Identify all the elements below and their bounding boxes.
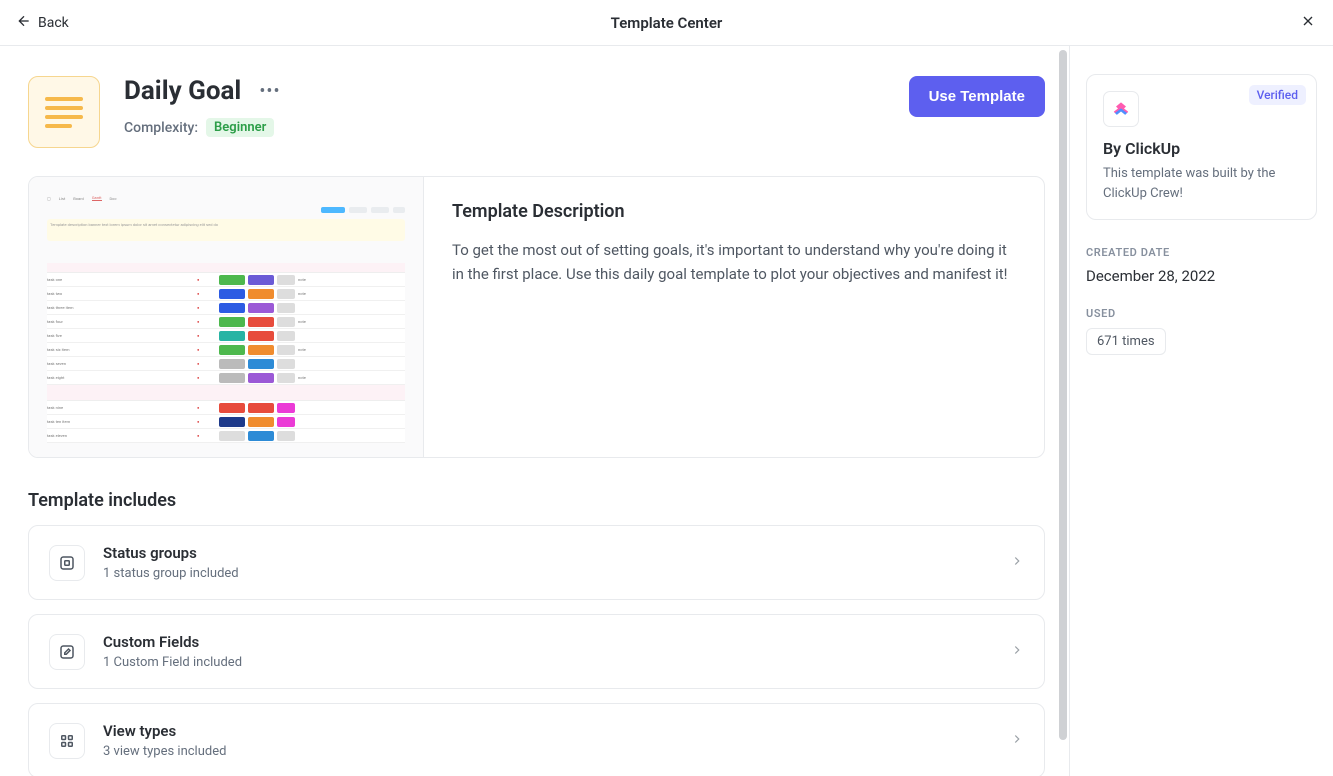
scrollbar-thumb[interactable] — [1059, 50, 1067, 740]
template-icon — [28, 76, 100, 148]
main-panel: Daily Goal ••• Complexity: Beginner Use … — [0, 46, 1069, 776]
created-date-value: December 28, 2022 — [1086, 267, 1317, 285]
decorative-line — [45, 97, 83, 101]
description-body: Template Description To get the most out… — [424, 177, 1044, 457]
include-sub: 1 Custom Field included — [103, 655, 992, 670]
clickup-logo-icon — [1103, 91, 1139, 127]
use-template-button[interactable]: Use Template — [909, 76, 1045, 117]
author-desc: This template was built by the ClickUp C… — [1103, 164, 1300, 203]
content: Daily Goal ••• Complexity: Beginner Use … — [0, 46, 1333, 776]
topbar: Back Template Center — [0, 0, 1333, 46]
grid-icon — [49, 723, 85, 759]
description-heading: Template Description — [452, 201, 1016, 222]
include-item-status-groups[interactable]: Status groups 1 status group included — [28, 525, 1045, 600]
includes-heading: Template includes — [28, 490, 1045, 511]
sidebar: Verified By ClickUp This template was bu… — [1069, 46, 1333, 776]
include-sub: 1 status group included — [103, 566, 992, 581]
used-label: USED — [1086, 307, 1317, 320]
author-card: Verified By ClickUp This template was bu… — [1086, 74, 1317, 220]
page-title: Template Center — [611, 14, 723, 32]
more-menu-button[interactable]: ••• — [259, 81, 280, 102]
complexity-label: Complexity: — [124, 120, 198, 136]
close-button[interactable] — [1299, 14, 1317, 32]
template-preview-image: ▢ListBoardGanttDoc Template description … — [29, 177, 424, 457]
decorative-line — [45, 124, 72, 128]
arrow-left-icon — [16, 13, 32, 33]
complexity-badge: Beginner — [206, 118, 274, 137]
template-title: Daily Goal — [124, 76, 241, 106]
include-sub: 3 view types included — [103, 744, 992, 759]
close-icon — [1300, 13, 1316, 33]
chevron-right-icon — [1010, 553, 1024, 572]
author-name: By ClickUp — [1103, 139, 1300, 158]
chevron-right-icon — [1010, 731, 1024, 750]
include-name: Status groups — [103, 544, 992, 562]
used-value: 671 times — [1086, 328, 1166, 355]
status-icon — [49, 545, 85, 581]
verified-badge: Verified — [1249, 85, 1306, 105]
template-header-text: Daily Goal ••• Complexity: Beginner — [124, 76, 885, 137]
include-item-custom-fields[interactable]: Custom Fields 1 Custom Field included — [28, 614, 1045, 689]
chevron-right-icon — [1010, 642, 1024, 661]
scrollbar[interactable] — [1057, 46, 1069, 776]
description-text: To get the most out of setting goals, it… — [452, 238, 1016, 286]
include-name: View types — [103, 722, 992, 740]
include-name: Custom Fields — [103, 633, 992, 651]
back-button[interactable]: Back — [16, 13, 69, 33]
edit-icon — [49, 634, 85, 670]
include-item-view-types[interactable]: View types 3 view types included — [28, 703, 1045, 776]
decorative-line — [45, 115, 83, 119]
created-date-label: CREATED DATE — [1086, 246, 1317, 259]
back-label: Back — [38, 15, 69, 31]
decorative-line — [45, 106, 83, 110]
template-header: Daily Goal ••• Complexity: Beginner Use … — [28, 76, 1045, 148]
description-card: ▢ListBoardGanttDoc Template description … — [28, 176, 1045, 458]
